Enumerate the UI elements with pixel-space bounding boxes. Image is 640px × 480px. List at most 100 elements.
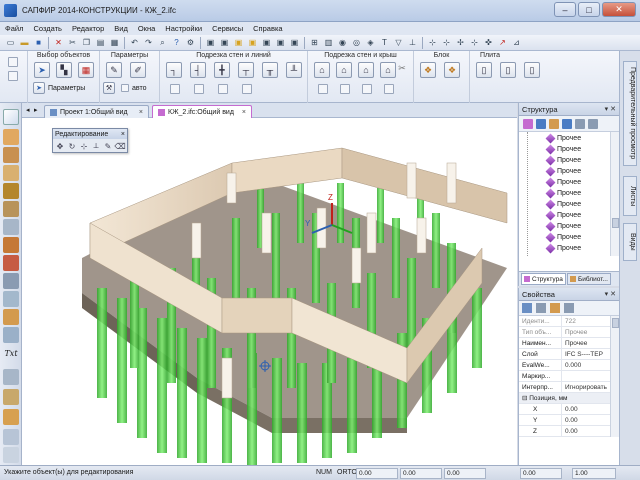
- edit-pen-icon[interactable]: ✎: [103, 141, 113, 151]
- grid-tool-icon[interactable]: [3, 327, 19, 343]
- prop-row-z[interactable]: Z 0.00: [519, 426, 611, 437]
- rotate-icon[interactable]: ↻: [67, 141, 77, 151]
- trim-corner-icon[interactable]: ┐: [166, 62, 182, 78]
- tree-item[interactable]: Прочее: [545, 177, 581, 187]
- tree-item[interactable]: Прочее: [545, 133, 581, 143]
- view-box-4-icon[interactable]: ▣: [246, 36, 259, 49]
- render-icon[interactable]: ◈: [364, 36, 377, 49]
- filter-icon[interactable]: ▽: [392, 36, 405, 49]
- trim-cross-icon[interactable]: ╋: [214, 62, 230, 78]
- prop-row-y[interactable]: Y 0.00: [519, 415, 611, 426]
- settings-icon[interactable]: ⚙: [184, 36, 197, 49]
- roof-trim-3-icon[interactable]: ⌂: [358, 62, 374, 78]
- tree-item[interactable]: Прочее: [545, 221, 581, 231]
- prop-row-marking[interactable]: Маркир...: [519, 371, 611, 382]
- block-create-icon[interactable]: ❖: [420, 62, 436, 78]
- dimension-tool-icon[interactable]: [3, 369, 19, 385]
- slab-1-icon[interactable]: ▯: [476, 62, 492, 78]
- tab-library[interactable]: Библиот...: [567, 273, 611, 285]
- tab-scroll-right-icon[interactable]: ▸: [34, 106, 38, 114]
- help-icon[interactable]: ?: [170, 36, 183, 49]
- roof-small-2[interactable]: [340, 84, 350, 94]
- snap-center-icon[interactable]: ⊹: [468, 36, 481, 49]
- prop-row-name[interactable]: Наимен... Прочее: [519, 338, 611, 349]
- trim-extend-icon[interactable]: ╥: [262, 62, 278, 78]
- trim-tee-icon[interactable]: ┬: [238, 62, 254, 78]
- orto-indicator[interactable]: ORTO: [337, 469, 357, 476]
- view-box-1-icon[interactable]: ▣: [204, 36, 217, 49]
- select-region-icon[interactable]: ▚: [56, 62, 72, 78]
- snap-end-icon[interactable]: ✜: [482, 36, 495, 49]
- trim-small-3[interactable]: [218, 84, 228, 94]
- ribbon-mini-2[interactable]: [8, 71, 18, 81]
- close-button[interactable]: ✕: [602, 2, 636, 17]
- tab-kzh2[interactable]: КЖ_2.ifc:Общий вид ×: [152, 105, 252, 118]
- undo-icon[interactable]: ↶: [128, 36, 141, 49]
- text-icon[interactable]: T: [378, 36, 391, 49]
- prop-section-position[interactable]: ⊟ Позиция, мм: [519, 393, 611, 404]
- minimize-button[interactable]: –: [554, 2, 576, 17]
- paste-icon[interactable]: ▤: [94, 36, 107, 49]
- trim-join-icon[interactable]: ╨: [286, 62, 302, 78]
- menu-create[interactable]: Создать: [28, 24, 67, 33]
- prop-row-evalweight[interactable]: EvalWe... 0.000: [519, 360, 611, 371]
- slab-3-icon[interactable]: ▯: [524, 62, 540, 78]
- menu-settings[interactable]: Настройки: [160, 24, 207, 33]
- move-icon[interactable]: ✥: [55, 141, 65, 151]
- tab-structure[interactable]: Структура: [521, 273, 566, 285]
- roof-small-4[interactable]: [384, 84, 394, 94]
- properties-scrollbar[interactable]: [610, 316, 619, 437]
- door-tool-icon[interactable]: [3, 201, 19, 217]
- params-icon[interactable]: ➤: [33, 82, 45, 94]
- tab-preview[interactable]: Предварительный просмотр: [623, 61, 637, 166]
- structure-binoculars-icon[interactable]: [575, 118, 585, 129]
- structure-list-icon[interactable]: [588, 118, 598, 129]
- roof-small-1[interactable]: [318, 84, 328, 94]
- window-tool-icon[interactable]: [3, 183, 19, 199]
- eye-icon[interactable]: ◉: [336, 36, 349, 49]
- eye-alt-icon[interactable]: ◎: [350, 36, 363, 49]
- select-arrow-icon[interactable]: ➤: [34, 62, 50, 78]
- prop-row-type[interactable]: Тип объ... Прочее: [519, 327, 611, 338]
- structure-tree-icon[interactable]: [562, 118, 572, 129]
- snap-edge-icon[interactable]: ⊿: [510, 36, 523, 49]
- table-icon[interactable]: ▦: [108, 36, 121, 49]
- roof-trim-1-icon[interactable]: ⌂: [314, 62, 330, 78]
- structure-scrollbar[interactable]: [610, 132, 619, 256]
- view-box-7-icon[interactable]: ▣: [288, 36, 301, 49]
- roof-trim-2-icon[interactable]: ⌂: [336, 62, 352, 78]
- prop-row-id[interactable]: Иденти... 722: [519, 316, 611, 327]
- view-box-6-icon[interactable]: ▣: [274, 36, 287, 49]
- props-sort-icon[interactable]: [536, 303, 546, 313]
- open-file-icon[interactable]: ▬: [18, 36, 31, 49]
- roof-small-3[interactable]: [362, 84, 372, 94]
- snap-angle-icon[interactable]: ↗: [496, 36, 509, 49]
- menu-file[interactable]: Файл: [0, 24, 28, 33]
- snap-icon[interactable]: ⊥: [406, 36, 419, 49]
- tree-item[interactable]: Прочее: [545, 232, 581, 242]
- props-list-icon[interactable]: [522, 303, 532, 313]
- wall-tool-icon[interactable]: [3, 129, 19, 145]
- tab-project1[interactable]: Проект 1:Общий вид ×: [44, 105, 149, 118]
- slab-2-icon[interactable]: ▯: [500, 62, 516, 78]
- text-tool-icon[interactable]: Txt: [3, 349, 19, 365]
- column-tool-icon[interactable]: [3, 147, 19, 163]
- menu-windows[interactable]: Окна: [133, 24, 160, 33]
- tree-item[interactable]: Прочее: [545, 155, 581, 165]
- mirror-icon[interactable]: ⟂: [91, 141, 101, 151]
- tab-project1-close-icon[interactable]: ×: [139, 109, 143, 116]
- save-icon[interactable]: ■: [32, 36, 45, 49]
- tools-icon[interactable]: ⚒: [103, 82, 115, 94]
- pointer-tool-icon[interactable]: [3, 109, 19, 125]
- select-frame-icon[interactable]: ▦: [78, 62, 94, 78]
- tree-item[interactable]: Прочее: [545, 243, 581, 253]
- trim-wall-icon[interactable]: ┤: [190, 62, 206, 78]
- redo-icon[interactable]: ↷: [142, 36, 155, 49]
- snap-grid-icon[interactable]: ⊹: [426, 36, 439, 49]
- stair-tool-icon[interactable]: [3, 255, 19, 271]
- beam-tool-icon[interactable]: [3, 165, 19, 181]
- snap-line-icon[interactable]: ✢: [454, 36, 467, 49]
- properties-panel-buttons[interactable]: ▾ ✕: [605, 290, 619, 298]
- auto-checkbox[interactable]: [121, 84, 129, 92]
- foundation-tool-icon[interactable]: [3, 291, 19, 307]
